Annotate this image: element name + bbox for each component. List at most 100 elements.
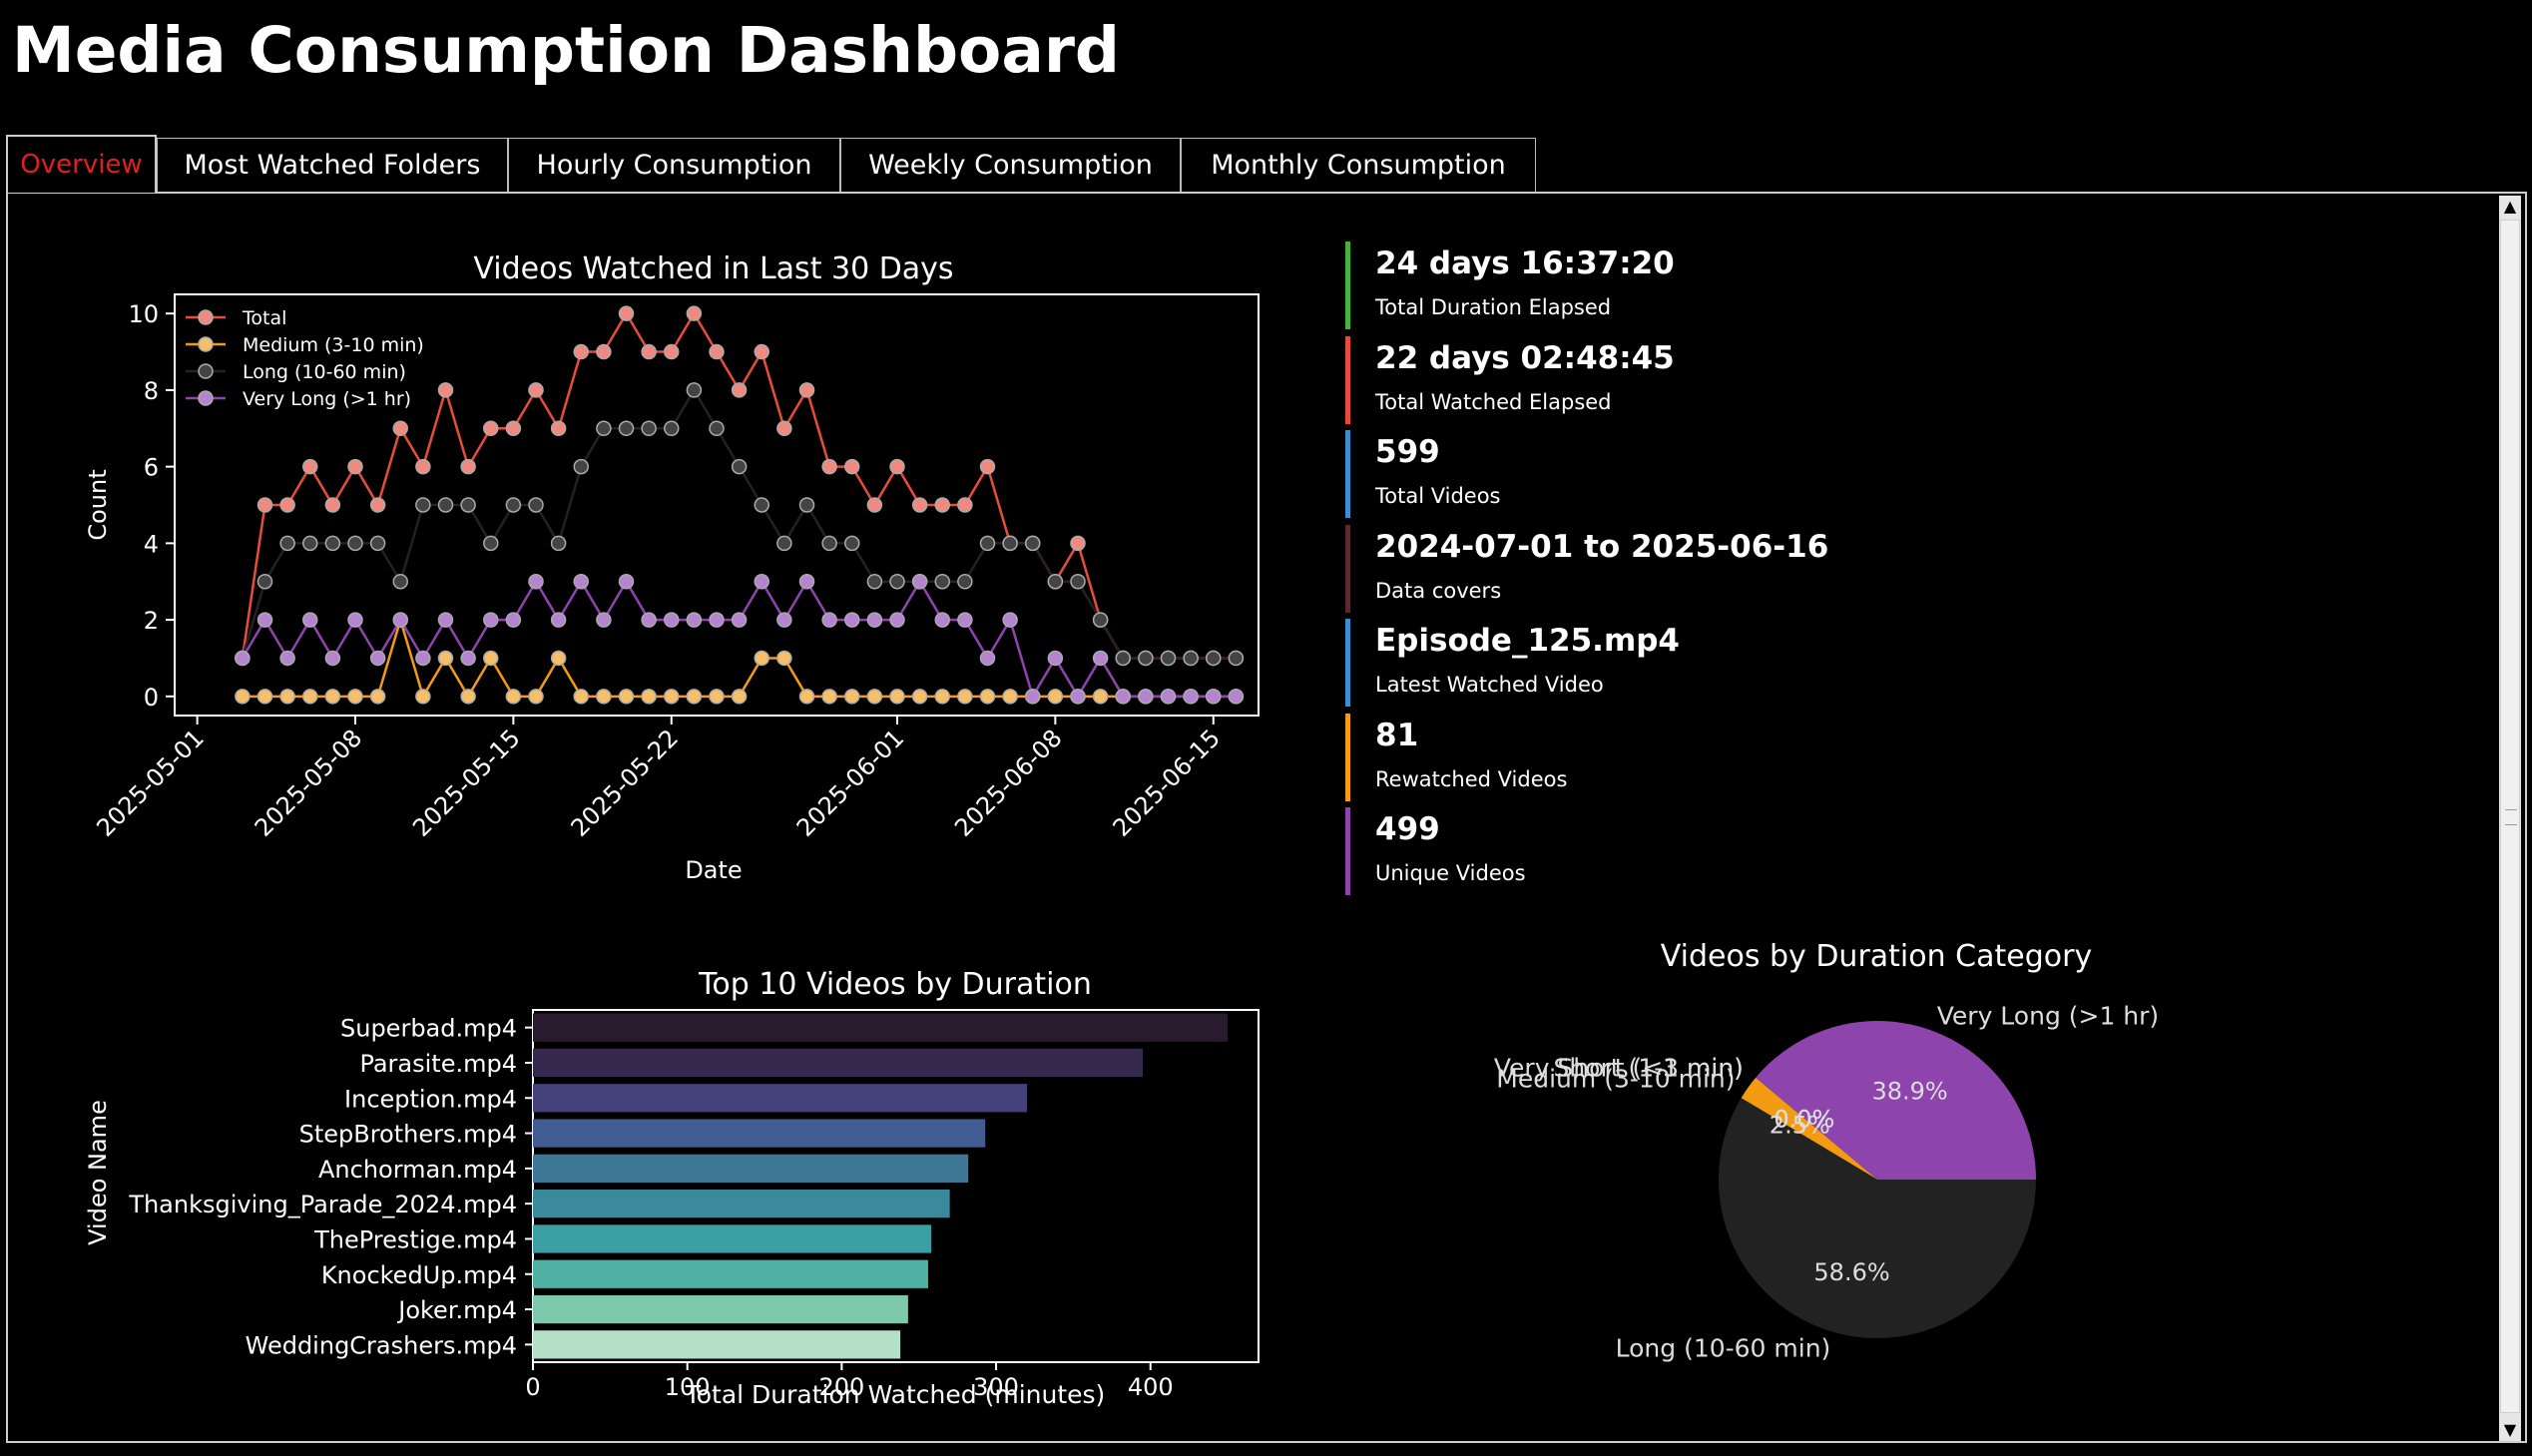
series-point-3 xyxy=(279,650,295,667)
series-point-3 xyxy=(550,612,567,628)
series-point-0 xyxy=(957,497,973,513)
line-chart: Videos Watched in Last 30 Days 0 2 4 6 8 10 2… xyxy=(84,251,1260,884)
bar-6 xyxy=(533,1224,932,1253)
series-point-2 xyxy=(1047,573,1064,590)
series-point-0 xyxy=(483,420,499,437)
series-point-1 xyxy=(460,689,476,705)
series-point-3 xyxy=(1138,689,1154,705)
series-point-1 xyxy=(731,689,748,705)
stat-label: Data covers xyxy=(1375,578,1502,603)
bar-8 xyxy=(533,1294,908,1324)
series-point-1 xyxy=(618,689,635,705)
series-point-1 xyxy=(256,689,273,705)
series-point-0 xyxy=(596,343,612,360)
series-point-3 xyxy=(641,612,657,628)
scroll-thumb[interactable] xyxy=(2500,220,2520,1413)
series-point-2 xyxy=(866,573,883,590)
bar-0 xyxy=(533,1013,1229,1042)
stat-accent-bar xyxy=(1345,430,1350,518)
series-point-3 xyxy=(686,612,703,628)
series-point-2 xyxy=(1206,650,1222,667)
scroll-down-arrow-icon[interactable]: ▼ xyxy=(2499,1419,2521,1441)
bar-chart-xlabel: Total Duration Watched (minutes) xyxy=(685,1380,1106,1409)
series-point-3 xyxy=(1092,650,1109,667)
stat-card: Episode_125.mp4 Latest Watched Video xyxy=(1345,619,2064,707)
series-point-3 xyxy=(844,612,860,628)
series-point-1 xyxy=(776,650,792,667)
series-point-1 xyxy=(934,689,950,705)
legend-marker-1 xyxy=(198,336,214,352)
series-point-2 xyxy=(1183,650,1199,667)
stat-accent-bar xyxy=(1345,619,1350,707)
series-point-3 xyxy=(528,573,544,590)
pie-pct-label-4: 58.6% xyxy=(1813,1258,1889,1286)
pie-pct-label-0: 38.9% xyxy=(1871,1077,1947,1105)
series-point-2 xyxy=(709,420,725,437)
legend-marker-3 xyxy=(198,390,214,406)
bar-chart-ylabel: Video Name xyxy=(84,1100,112,1245)
series-point-0 xyxy=(528,382,544,398)
series-point-1 xyxy=(686,689,703,705)
series-point-3 xyxy=(911,573,928,590)
series-point-2 xyxy=(415,497,431,513)
pie-chart: Videos by Duration Category 38.9% Very Lo… xyxy=(1494,939,2159,1363)
series-point-0 xyxy=(324,497,341,513)
stat-value: 24 days 16:37:20 xyxy=(1375,245,1675,281)
vertical-scrollbar[interactable]: ▲ ▼ xyxy=(2499,196,2521,1441)
line-chart-y-axis: 0 2 4 6 8 10 xyxy=(128,300,175,712)
bar-5 xyxy=(533,1190,950,1218)
bar-7 xyxy=(533,1259,928,1288)
bar-chart: Top 10 Videos by Duration Superbad.mp4 Pa… xyxy=(84,967,1260,1409)
series-point-3 xyxy=(437,612,454,628)
series-point-3 xyxy=(709,612,725,628)
y-tick-label: 8 xyxy=(144,377,159,405)
bar-category-label: WeddingCrashers.mp4 xyxy=(246,1331,517,1359)
series-point-1 xyxy=(528,689,544,705)
series-point-2 xyxy=(256,573,273,590)
series-point-1 xyxy=(279,689,295,705)
series-point-3 xyxy=(573,573,589,590)
series-point-3 xyxy=(934,612,950,628)
series-point-3 xyxy=(369,650,386,667)
bar-category-label: Parasite.mp4 xyxy=(359,1050,517,1078)
stat-label: Total Watched Elapsed xyxy=(1375,389,1612,414)
stat-value: 599 xyxy=(1375,434,1440,470)
series-point-1 xyxy=(1092,689,1109,705)
series-point-1 xyxy=(664,689,680,705)
series-point-1 xyxy=(798,689,815,705)
series-point-1 xyxy=(550,650,567,667)
stat-accent-bar xyxy=(1345,713,1350,801)
legend-label-0: Total xyxy=(242,307,286,329)
series-point-2 xyxy=(664,420,680,437)
legend-marker-0 xyxy=(198,309,214,325)
stat-accent-bar xyxy=(1345,242,1350,329)
series-point-3 xyxy=(979,650,996,667)
series-point-0 xyxy=(347,458,363,475)
series-point-2 xyxy=(776,535,792,552)
pie-slice-label-0: Very Long (>1 hr) xyxy=(1937,1002,2159,1031)
stat-value: 22 days 02:48:45 xyxy=(1375,339,1675,376)
stat-accent-bar xyxy=(1345,335,1350,424)
series-point-3 xyxy=(731,612,748,628)
scroll-up-arrow-icon[interactable]: ▲ xyxy=(2499,196,2521,218)
series-point-2 xyxy=(347,535,363,552)
bar-category-label: ThePrestige.mp4 xyxy=(313,1225,517,1253)
stat-label: Total Duration Elapsed xyxy=(1375,295,1612,319)
bar-category-label: KnockedUp.mp4 xyxy=(321,1261,517,1289)
series-point-3 xyxy=(1206,689,1222,705)
series-point-0 xyxy=(776,420,792,437)
x-tick-label: 2025-05-08 xyxy=(250,724,367,841)
series-point-2 xyxy=(392,573,408,590)
bar-category-label: Inception.mp4 xyxy=(344,1085,517,1113)
series-point-0 xyxy=(754,343,769,360)
series-point-2 xyxy=(1025,535,1041,552)
line-chart-xlabel: Date xyxy=(685,856,742,884)
series-point-1 xyxy=(573,689,589,705)
series-point-0 xyxy=(911,497,928,513)
stat-label: Rewatched Videos xyxy=(1375,766,1568,791)
series-point-3 xyxy=(235,650,251,667)
series-point-2 xyxy=(957,573,973,590)
series-point-2 xyxy=(505,497,522,513)
tab-overview[interactable]: Overview xyxy=(6,135,157,193)
series-point-1 xyxy=(302,689,318,705)
